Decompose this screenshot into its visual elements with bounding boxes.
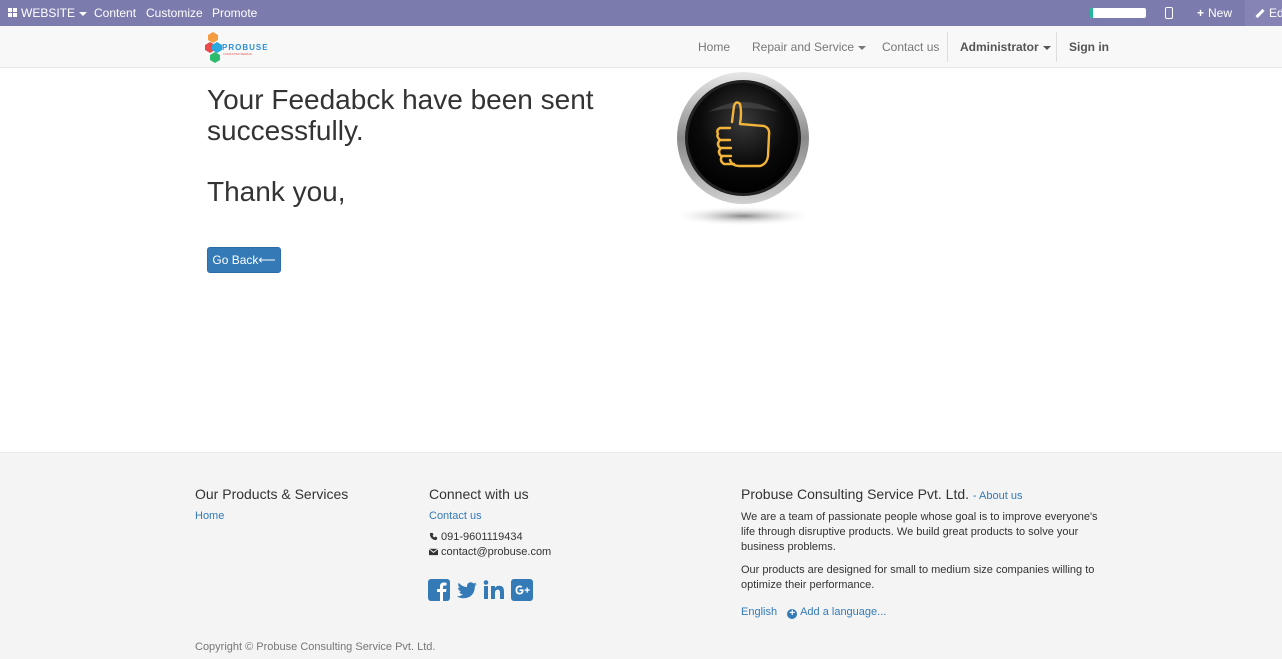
connect-title: Connect with us <box>429 486 529 502</box>
twitter-icon[interactable] <box>456 579 478 601</box>
logo-text: PROBUSE <box>222 43 269 52</box>
main-content: Your Feedabck have been sent successfull… <box>0 68 1282 452</box>
nav-user-menu[interactable]: Administrator <box>960 26 1051 68</box>
google-plus-icon[interactable] <box>511 579 533 601</box>
products-title: Our Products & Services <box>195 486 349 502</box>
caret-down-icon <box>79 11 88 16</box>
customize-menu[interactable]: Customize <box>146 0 203 26</box>
caret-down-icon <box>1042 45 1051 50</box>
phone-icon <box>429 532 438 541</box>
mobile-preview-icon[interactable] <box>1165 7 1173 19</box>
facebook-icon[interactable] <box>428 579 450 601</box>
plus-circle-icon: + <box>787 609 798 619</box>
nav-divider <box>947 32 948 62</box>
website-progress-bar[interactable] <box>1090 8 1146 18</box>
logo-tagline: CONSULTING SERVICE <box>223 52 252 56</box>
caret-down-icon <box>858 45 867 50</box>
email-line: contact@probuse.com <box>429 545 551 560</box>
about-paragraph-2: Our products are designed for small to m… <box>741 564 1095 591</box>
nav-user-label: Administrator <box>960 40 1039 54</box>
go-back-button[interactable]: Go Back⟵ <box>207 247 281 273</box>
admin-bar: WEBSITE Content Customize Promote + New E… <box>0 0 1282 26</box>
website-menu[interactable]: WEBSITE <box>8 0 88 26</box>
footer-link-contact[interactable]: Contact us <box>429 510 551 522</box>
edit-button[interactable]: Ed <box>1255 0 1282 26</box>
nav-sign-in[interactable]: Sign in <box>1069 26 1109 68</box>
website-menu-label: WEBSITE <box>21 6 76 20</box>
footer-connect: Connect with us Contact us 091-960111943… <box>429 486 551 560</box>
page-title: Your Feedabck have been sent successfull… <box>207 84 594 146</box>
pencil-icon <box>1255 9 1265 19</box>
progress-fill <box>1090 8 1093 18</box>
company-title-line: Probuse Consulting Service Pvt. Ltd. - A… <box>741 486 1111 502</box>
nav-home[interactable]: Home <box>698 26 730 68</box>
new-button[interactable]: + New <box>1197 0 1232 26</box>
email-address: contact@probuse.com <box>441 546 552 558</box>
content-menu[interactable]: Content <box>94 0 136 26</box>
about-paragraph-1: We are a team of passionate people whose… <box>741 511 1098 553</box>
footer-products: Our Products & Services Home <box>195 486 348 522</box>
apps-grid-icon <box>8 8 18 18</box>
add-language-link[interactable]: Add a language... <box>800 606 886 618</box>
plus-icon: + <box>1197 6 1205 20</box>
phone-number: 091-9601119434 <box>441 531 523 543</box>
thanks-text: Thank you, <box>207 176 346 207</box>
promote-menu[interactable]: Promote <box>212 0 257 26</box>
site-navbar: PROBUSE CONSULTING SERVICE Home Repair a… <box>0 26 1282 68</box>
copyright-text: Copyright © Probuse Consulting Service P… <box>195 641 436 653</box>
envelope-icon <box>429 548 438 556</box>
nav-repair-label: Repair and Service <box>752 40 855 54</box>
edit-tab[interactable]: Ed <box>1245 0 1282 26</box>
site-footer: Our Products & Services Home Connect wit… <box>0 452 1282 659</box>
about-us-link[interactable]: - About us <box>973 490 1023 502</box>
phone-line: 091-9601119434 <box>429 530 551 545</box>
edit-button-label: Ed <box>1269 6 1282 20</box>
new-button-label: New <box>1208 6 1233 20</box>
linkedin-icon[interactable] <box>483 579 505 601</box>
company-title: Probuse Consulting Service Pvt. Ltd. <box>741 486 970 502</box>
footer-link-home[interactable]: Home <box>195 510 348 522</box>
nav-repair-and-service[interactable]: Repair and Service <box>752 26 867 68</box>
nav-contact-us[interactable]: Contact us <box>882 26 939 68</box>
language-selector: English + Add a language... <box>741 606 886 619</box>
thumbs-up-icon <box>668 72 818 228</box>
probuse-logo[interactable]: PROBUSE CONSULTING SERVICE <box>205 31 275 63</box>
language-english[interactable]: English <box>741 606 777 618</box>
nav-divider <box>1056 32 1057 62</box>
footer-company: Probuse Consulting Service Pvt. Ltd. - A… <box>741 486 1111 593</box>
